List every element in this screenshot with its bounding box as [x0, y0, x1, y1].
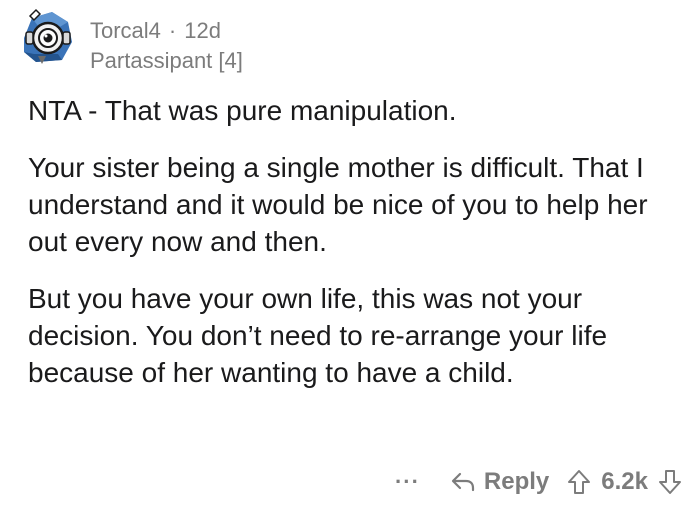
user-line: Torcal4 · 12d	[90, 18, 243, 44]
vote-score: 6.2k	[601, 468, 648, 495]
username[interactable]: Torcal4	[90, 18, 161, 44]
more-options-button[interactable]: ···	[395, 469, 420, 495]
comment-paragraph: Your sister being a single mother is dif…	[28, 152, 648, 257]
user-flair: Partassipant [4]	[90, 48, 243, 74]
comment-actions: ··· Reply 6.2k	[395, 462, 682, 502]
comment-body: NTA - That was pure manipulation. Your s…	[28, 92, 678, 411]
reply-button[interactable]: Reply	[450, 468, 549, 496]
snoo-avatar-icon	[24, 8, 72, 64]
downvote-arrow-icon	[659, 470, 681, 494]
reply-arrow-icon	[451, 472, 475, 492]
comment-paragraph: NTA - That was pure manipulation.	[28, 95, 457, 126]
upvote-button[interactable]	[567, 469, 591, 495]
comment-header: Torcal4 · 12d Partassipant [4]	[18, 8, 243, 78]
comment-age: 12d	[184, 18, 221, 43]
comment-paragraph: But you have your own life, this was not…	[28, 283, 608, 388]
reply-label: Reply	[483, 468, 550, 495]
vote-controls: 6.2k	[567, 468, 682, 496]
meta-separator: ·	[168, 18, 177, 43]
user-meta: Torcal4 · 12d Partassipant [4]	[90, 18, 243, 75]
upvote-arrow-icon	[568, 470, 591, 494]
comment: Torcal4 · 12d Partassipant [4] NTA - Tha…	[0, 0, 700, 508]
avatar[interactable]	[18, 8, 76, 66]
downvote-button[interactable]	[658, 469, 682, 495]
